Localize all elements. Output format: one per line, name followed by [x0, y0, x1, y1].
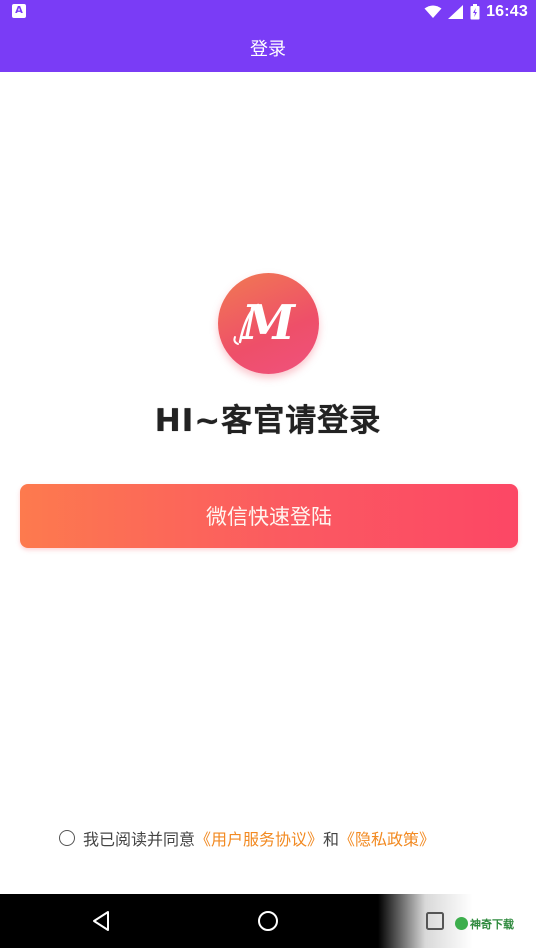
app-logo-m-icon: M — [233, 295, 297, 351]
welcome-title: HI~客官请登录 — [154, 403, 382, 439]
status-icons: 16:43 — [424, 0, 528, 24]
status-time: 16:43 — [486, 3, 528, 20]
user-agreement-link[interactable]: 《用户服务协议》 — [195, 826, 323, 850]
agreement-prefix: 我已阅读并同意 — [83, 830, 196, 849]
logo-letter: M — [240, 295, 297, 351]
watermark-text: 神奇下载 — [470, 918, 514, 931]
agreement-row: 我已阅读并同意 《用户服务协议》 和 《隐私政策》 — [59, 826, 435, 850]
wechat-login-button[interactable]: 微信快速登陆 — [20, 484, 518, 548]
battery-icon — [470, 4, 480, 20]
agreement-conjunction: 和 — [323, 830, 340, 849]
page-title: 登录 — [250, 39, 286, 60]
home-icon[interactable] — [253, 906, 283, 936]
privacy-policy-link[interactable]: 《隐私政策》 — [339, 826, 435, 850]
watermark-leaf-icon — [455, 917, 468, 930]
notification-a-icon: A — [12, 4, 26, 18]
app-bar: 登录 — [0, 24, 536, 72]
status-bar: A 16:43 — [0, 0, 536, 24]
recents-icon[interactable] — [420, 906, 450, 936]
app-logo: M — [218, 273, 319, 374]
signal-icon — [448, 5, 464, 19]
wechat-login-button-label: 微信快速登陆 — [206, 505, 332, 529]
agreement-checkbox[interactable] — [59, 830, 75, 846]
wifi-icon — [424, 5, 442, 18]
back-icon[interactable] — [86, 906, 116, 936]
